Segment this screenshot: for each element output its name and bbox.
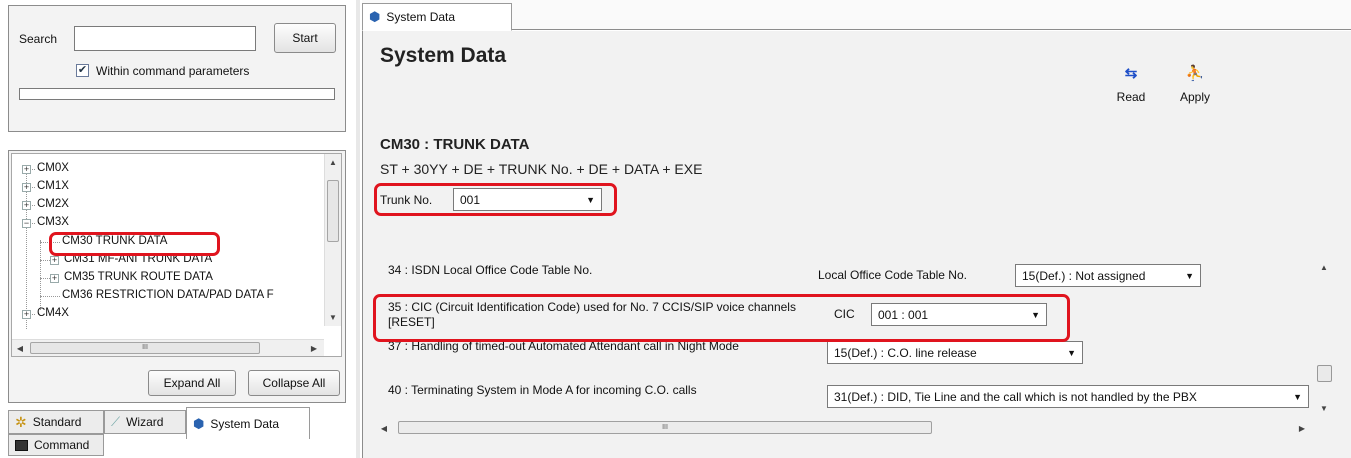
- system-data-content: System Data ⇆ Read ⛹ Apply CM30 : TRUNK …: [362, 31, 1351, 458]
- local-office-code-select[interactable]: 15(Def.) : Not assigned ▼: [1015, 264, 1201, 287]
- collapse-all-button[interactable]: Collapse All: [248, 370, 340, 396]
- read-button[interactable]: ⇆ Read: [1111, 65, 1151, 113]
- tree-expander-cm2x[interactable]: +: [22, 201, 31, 210]
- scroll-down-icon[interactable]: ▼: [325, 309, 341, 325]
- param-vertical-scrollbar[interactable]: ▲ ▼: [1315, 255, 1334, 425]
- tree-vscroll-thumb[interactable]: [327, 180, 339, 242]
- tab-command[interactable]: Command: [8, 434, 104, 456]
- tab-standard[interactable]: ✲ Standard: [8, 410, 104, 434]
- trunk-no-highlight: [374, 183, 617, 216]
- search-input[interactable]: [74, 26, 256, 51]
- apply-button[interactable]: ⛹ Apply: [1173, 65, 1217, 113]
- read-label: Read: [1116, 90, 1146, 104]
- terminating-system-select[interactable]: 31(Def.) : DID, Tie Line and the call wh…: [827, 385, 1309, 408]
- timed-out-handling-select[interactable]: 15(Def.) : C.O. line release ▼: [827, 341, 1083, 364]
- tree-expander-cm3x[interactable]: −: [22, 219, 31, 228]
- terminating-system-value: 31(Def.) : DID, Tie Line and the call wh…: [834, 389, 1197, 404]
- search-panel: Search Start ✔ Within command parameters: [8, 5, 346, 132]
- terminal-icon: [15, 439, 28, 451]
- tree-hscroll-thumb[interactable]: III: [30, 342, 260, 354]
- tab-system-data-main[interactable]: ⬢ System Data: [362, 3, 512, 31]
- progress-bar: [19, 88, 335, 100]
- command-title: CM30 : TRUNK DATA: [380, 136, 530, 153]
- tree-item-cm1x[interactable]: CM1X: [37, 180, 69, 192]
- gear-icon: ✲: [15, 413, 27, 430]
- tree-expander-cm1x[interactable]: +: [22, 183, 31, 192]
- command-tree-panel: + CM0X + CM1X + CM2X − CM3X CM30 TRUNK D…: [8, 150, 346, 403]
- apply-label: Apply: [1179, 90, 1211, 104]
- chevron-down-icon: ▼: [1185, 270, 1194, 281]
- tree-expander-cm35[interactable]: +: [50, 274, 59, 283]
- timed-out-handling-value: 15(Def.) : C.O. line release: [834, 345, 977, 360]
- tab-command-label: Command: [34, 438, 90, 452]
- tree-expander-cm0x[interactable]: +: [22, 165, 31, 174]
- refresh-icon: ⇆: [1124, 65, 1138, 82]
- tree-expander-cm31[interactable]: +: [50, 256, 59, 265]
- tab-system-data-label: System Data: [210, 416, 280, 431]
- start-button[interactable]: Start: [274, 23, 336, 53]
- tree-item-cm3x[interactable]: CM3X: [37, 216, 69, 228]
- tab-wizard[interactable]: ⟋ Wizard: [104, 410, 186, 434]
- pane-divider[interactable]: [356, 0, 360, 458]
- cic-row-highlight: [373, 294, 1070, 342]
- scroll-down-icon[interactable]: ▼: [1316, 400, 1332, 416]
- scroll-left-icon[interactable]: ◀: [12, 340, 28, 356]
- scroll-right-icon[interactable]: ▶: [1294, 420, 1310, 436]
- tab-system-data[interactable]: ⬢ System Data: [186, 407, 310, 439]
- param-vscroll-thumb[interactable]: [1317, 365, 1332, 382]
- scroll-left-icon[interactable]: ◀: [376, 420, 392, 436]
- param-row-34-field: Local Office Code Table No.: [818, 268, 967, 282]
- tree-item-cm4x[interactable]: CM4X: [37, 307, 69, 319]
- wand-icon: ⟋: [111, 414, 121, 429]
- cm30-highlight: [49, 232, 220, 256]
- tree-vertical-scrollbar[interactable]: ▲ ▼: [324, 154, 341, 326]
- tree-expander-cm4x[interactable]: +: [22, 310, 31, 319]
- tree-horizontal-scrollbar[interactable]: ◀ III ▶: [12, 339, 324, 356]
- user-apply-icon: ⛹: [1185, 65, 1205, 82]
- local-office-code-value: 15(Def.) : Not assigned: [1022, 268, 1146, 283]
- tree-item-cm36[interactable]: CM36 RESTRICTION DATA/PAD DATA F: [62, 289, 274, 301]
- chevron-down-icon: ▼: [1293, 391, 1302, 402]
- scroll-right-icon[interactable]: ▶: [306, 340, 322, 356]
- param-row-40-desc: 40 : Terminating System in Mode A for in…: [388, 383, 697, 397]
- expand-all-button[interactable]: Expand All: [148, 370, 236, 396]
- tree-item-cm2x[interactable]: CM2X: [37, 198, 69, 210]
- chevron-down-icon: ▼: [1067, 347, 1076, 358]
- command-formula: ST + 30YY + DE + TRUNK No. + DE + DATA +…: [380, 161, 703, 177]
- tree-item-cm35[interactable]: CM35 TRUNK ROUTE DATA: [64, 271, 213, 283]
- within-checkbox[interactable]: ✔: [76, 64, 89, 77]
- cube-icon: ⬢: [369, 9, 381, 24]
- tree-item-cm0x[interactable]: CM0X: [37, 162, 69, 174]
- within-label: Within command parameters: [96, 64, 250, 78]
- cube-icon: ⬢: [193, 415, 205, 431]
- tab-system-data-main-label: System Data: [386, 10, 456, 24]
- param-horizontal-scrollbar[interactable]: ◀ III ▶: [374, 419, 1314, 437]
- tab-standard-label: Standard: [32, 415, 82, 429]
- page-title: System Data: [380, 44, 507, 67]
- search-label: Search: [19, 32, 58, 46]
- scroll-up-icon[interactable]: ▲: [325, 154, 341, 170]
- param-hscroll-thumb[interactable]: III: [398, 421, 932, 434]
- tab-wizard-label: Wizard: [126, 415, 164, 429]
- scroll-up-icon[interactable]: ▲: [1316, 259, 1332, 275]
- param-row-34-desc: 34 : ISDN Local Office Code Table No.: [388, 263, 593, 277]
